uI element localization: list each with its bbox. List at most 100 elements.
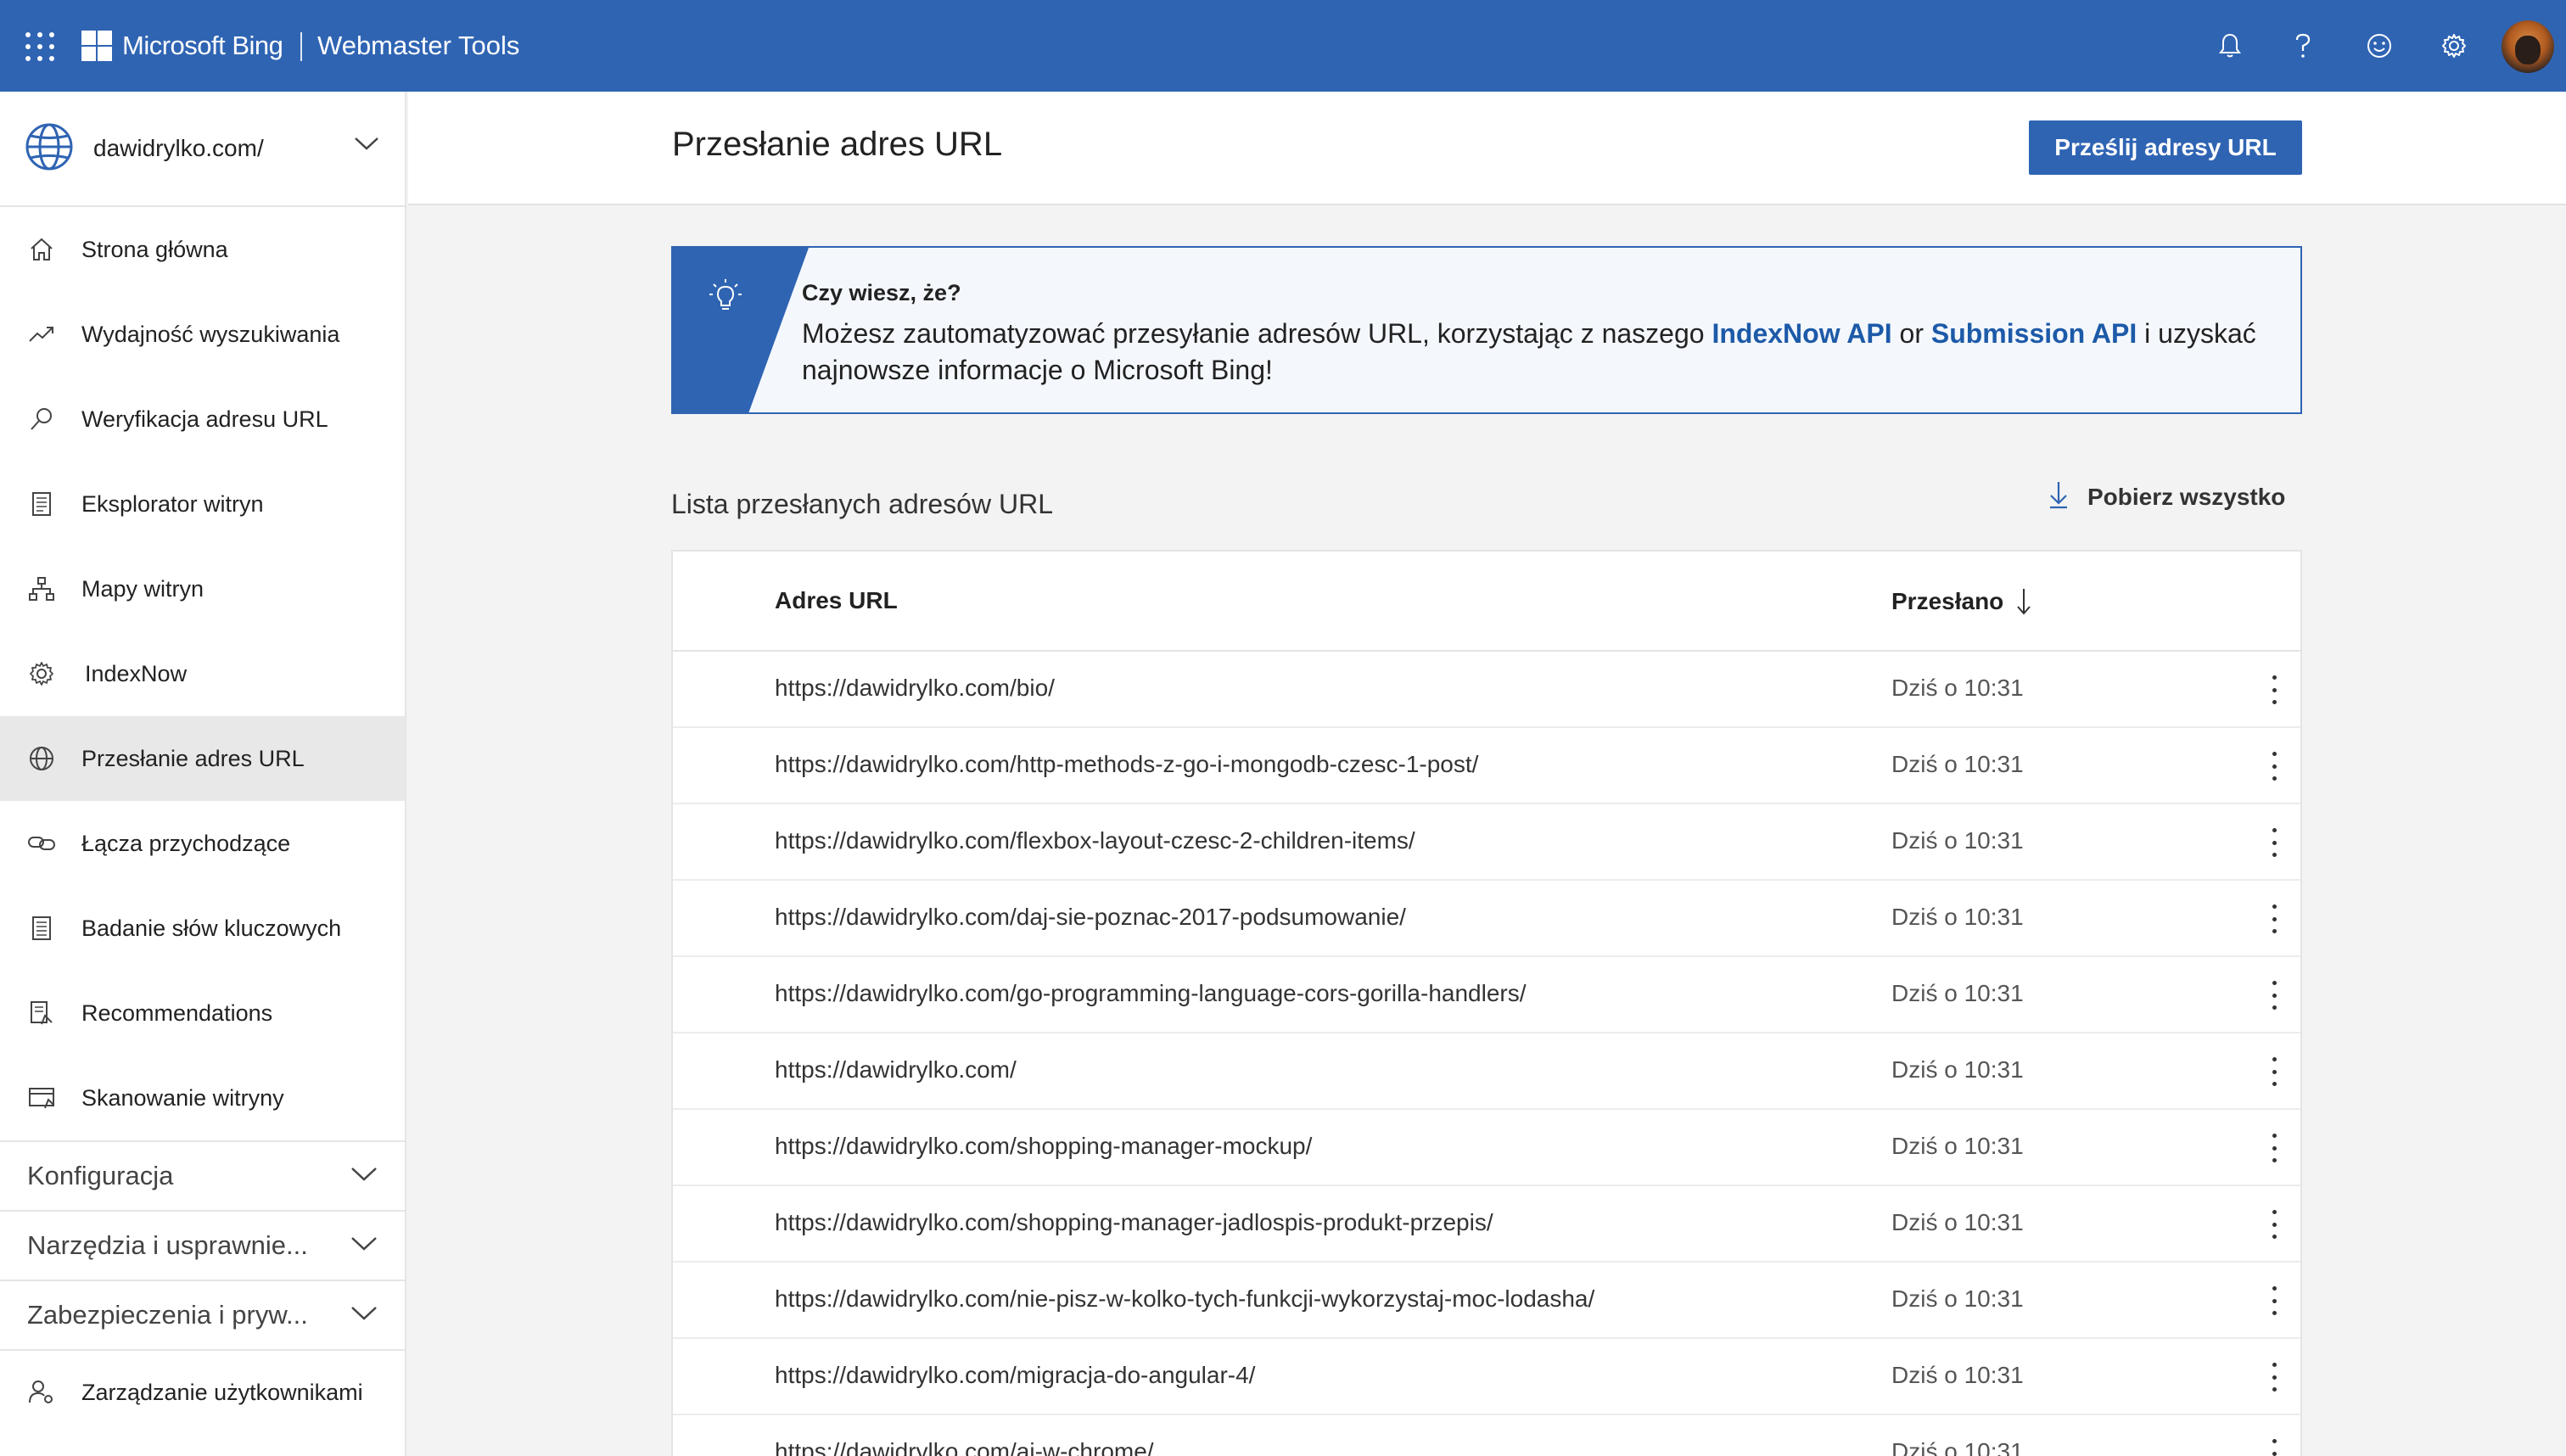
column-header-submitted[interactable]: Przesłano: [1891, 587, 2032, 616]
more-options-icon[interactable]: [2268, 828, 2280, 857]
sidebar-item-backlinks[interactable]: Łącza przychodzące: [0, 801, 405, 886]
banner-text: Możesz zautomatyzować przesyłanie adresó…: [802, 316, 2278, 389]
url-cell: https://dawidrylko.com/ai-w-chrome/: [775, 1438, 1154, 1456]
url-cell: https://dawidrylko.com/daj-sie-poznac-20…: [775, 904, 1406, 930]
product-name[interactable]: Webmaster Tools: [317, 31, 519, 61]
sidebar-group-label: Zabezpieczenia i pryw...: [27, 1300, 308, 1330]
banner-accent: [673, 248, 809, 412]
waffle-icon[interactable]: [25, 32, 54, 61]
sidebar-item-url-submission[interactable]: Przesłanie adres URL: [0, 716, 405, 801]
sidebar-item-label: Eksplorator witryn: [81, 490, 264, 517]
sidebar-group-configuration[interactable]: Konfiguracja: [0, 1140, 405, 1210]
banner-text-part: or: [1891, 318, 1931, 349]
sidebar-item-recommendations[interactable]: Recommendations: [0, 971, 405, 1056]
more-options-icon[interactable]: [2268, 981, 2280, 1010]
gear-icon: [27, 659, 56, 688]
sidebar-item-label: Recommendations: [81, 1000, 273, 1026]
url-cell: https://dawidrylko.com/shopping-manager-…: [775, 1209, 1493, 1235]
user-settings-icon: [27, 1378, 56, 1407]
table-row[interactable]: https://dawidrylko.com/daj-sie-poznac-20…: [673, 881, 2300, 957]
sidebar-item-user-management[interactable]: Zarządzanie użytkownikami: [0, 1349, 405, 1434]
sidebar-item-keyword-research[interactable]: Badanie słów kluczowych: [0, 886, 405, 971]
more-options-icon[interactable]: [2268, 1363, 2280, 1392]
scan-icon: [27, 1084, 56, 1112]
brand-name[interactable]: Microsoft Bing: [122, 31, 283, 61]
site-selector[interactable]: dawidrylko.com/: [0, 92, 405, 207]
sidebar-item-site-explorer[interactable]: Eksplorator witryn: [0, 462, 405, 546]
table-row[interactable]: https://dawidrylko.com/flexbox-layout-cz…: [673, 804, 2300, 881]
table-row[interactable]: https://dawidrylko.com/go-programming-la…: [673, 957, 2300, 1033]
sidebar-item-label: Weryfikacja adresu URL: [81, 406, 328, 432]
table-row[interactable]: https://dawidrylko.com/nie-pisz-w-kolko-…: [673, 1263, 2300, 1339]
download-icon: [2048, 480, 2069, 513]
top-bar: Microsoft Bing Webmaster Tools: [0, 0, 2566, 92]
sidebar-item-label: Mapy witryn: [81, 575, 204, 602]
chevron-down-icon: [350, 1305, 378, 1326]
sidebar-item-label: Skanowanie witryny: [81, 1084, 284, 1111]
url-cell: https://dawidrylko.com/nie-pisz-w-kolko-…: [775, 1285, 1595, 1312]
table-row[interactable]: https://dawidrylko.com/shopping-manager-…: [673, 1110, 2300, 1186]
avatar[interactable]: [2502, 20, 2554, 73]
sort-descending-icon: [2017, 589, 2031, 615]
list-title: Lista przesłanych adresów URL: [671, 489, 1053, 519]
sidebar-group-label: Konfiguracja: [27, 1161, 174, 1190]
document-icon: [27, 914, 56, 943]
table-row[interactable]: https://dawidrylko.com/Dziś o 10:31: [673, 1033, 2300, 1110]
more-options-icon[interactable]: [2268, 1439, 2280, 1456]
bell-icon[interactable]: [2215, 31, 2245, 61]
table-row[interactable]: https://dawidrylko.com/http-methods-z-go…: [673, 728, 2300, 804]
chevron-down-icon[interactable]: [354, 136, 379, 155]
page-title: Przesłanie adres URL: [672, 126, 1003, 163]
url-cell: https://dawidrylko.com/go-programming-la…: [775, 980, 1527, 1006]
more-options-icon[interactable]: [2268, 904, 2280, 933]
microsoft-logo-icon: [81, 31, 112, 61]
download-all-button[interactable]: Pobierz wszystko: [2048, 480, 2285, 513]
submitted-date-cell: Dziś o 10:31: [1891, 1285, 2024, 1312]
sidebar-group-security[interactable]: Zabezpieczenia i pryw...: [0, 1280, 405, 1349]
chevron-down-icon: [350, 1235, 378, 1257]
table-row[interactable]: https://dawidrylko.com/bio/Dziś o 10:31: [673, 652, 2300, 728]
more-options-icon[interactable]: [2268, 1057, 2280, 1086]
submit-urls-button[interactable]: Prześlij adresy URL: [2029, 120, 2302, 175]
sidebar-item-sitemaps[interactable]: Mapy witryn: [0, 546, 405, 631]
sidebar-item-search-performance[interactable]: Wydajność wyszukiwania: [0, 292, 405, 377]
sidebar-item-indexnow[interactable]: IndexNow: [0, 631, 405, 716]
submitted-date-cell: Dziś o 10:31: [1891, 980, 2024, 1006]
submitted-date-cell: Dziś o 10:31: [1891, 1209, 2024, 1235]
link-icon: [27, 829, 56, 858]
table-row[interactable]: https://dawidrylko.com/shopping-manager-…: [673, 1186, 2300, 1263]
table-row[interactable]: https://dawidrylko.com/migracja-do-angul…: [673, 1339, 2300, 1415]
sidebar-item-label: Przesłanie adres URL: [81, 745, 305, 771]
sidebar-item-url-inspection[interactable]: Weryfikacja adresu URL: [0, 377, 405, 462]
url-cell: https://dawidrylko.com/migracja-do-angul…: [775, 1362, 1256, 1388]
column-header-url[interactable]: Adres URL: [775, 587, 898, 614]
sidebar-item-site-scan[interactable]: Skanowanie witryny: [0, 1056, 405, 1140]
more-options-icon[interactable]: [2268, 1286, 2280, 1315]
feedback-smiley-icon[interactable]: [2364, 31, 2395, 61]
submitted-date-cell: Dziś o 10:31: [1891, 675, 2024, 701]
sidebar-group-tools[interactable]: Narzędzia i usprawnie...: [0, 1210, 405, 1280]
chevron-down-icon: [350, 1166, 378, 1187]
submitted-date-cell: Dziś o 10:31: [1891, 827, 2024, 854]
help-icon[interactable]: [2288, 31, 2318, 61]
submission-api-link[interactable]: Submission API: [1931, 318, 2137, 349]
sidebar-item-home[interactable]: Strona główna: [0, 207, 405, 292]
banner-text-part: Możesz zautomatyzować przesyłanie adresó…: [802, 318, 1712, 349]
globe-icon: [24, 121, 75, 176]
url-cell: https://dawidrylko.com/shopping-manager-…: [775, 1133, 1313, 1159]
gear-icon[interactable]: [2439, 31, 2469, 61]
more-options-icon[interactable]: [2268, 1134, 2280, 1162]
submitted-date-cell: Dziś o 10:31: [1891, 1133, 2024, 1159]
table-row[interactable]: https://dawidrylko.com/ai-w-chrome/Dziś …: [673, 1415, 2300, 1456]
more-options-icon[interactable]: [2268, 752, 2280, 781]
document-list-icon: [27, 490, 56, 518]
submitted-urls-table: Adres URL Przesłano https://dawidrylko.c…: [671, 550, 2302, 1456]
submitted-date-cell: Dziś o 10:31: [1891, 751, 2024, 777]
more-options-icon[interactable]: [2268, 675, 2280, 704]
indexnow-api-link[interactable]: IndexNow API: [1712, 318, 1891, 349]
table-body: https://dawidrylko.com/bio/Dziś o 10:31 h…: [673, 652, 2300, 1456]
more-options-icon[interactable]: [2268, 1210, 2280, 1239]
download-all-label: Pobierz wszystko: [2087, 483, 2286, 510]
page-header: Przesłanie adres URL Prześlij adresy URL: [408, 92, 2566, 205]
search-icon: [27, 405, 56, 434]
